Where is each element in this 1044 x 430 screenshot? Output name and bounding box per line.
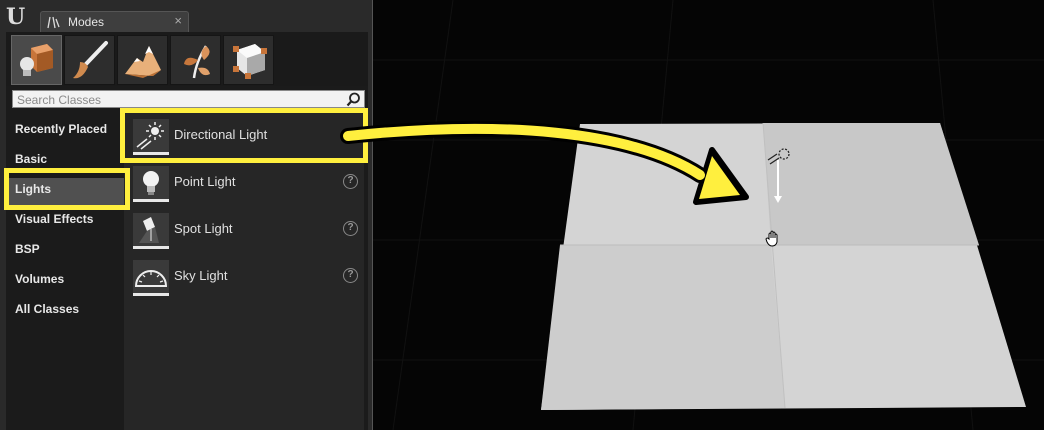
geometry-mode-button[interactable] [223, 35, 274, 85]
modes-panel: U Modes × Search Classes Recently Placed… [0, 0, 372, 430]
close-icon[interactable]: × [174, 13, 182, 28]
item-label: Spot Light [174, 221, 233, 236]
category-volumes[interactable]: Volumes [15, 272, 64, 286]
viewport-scene [373, 0, 1044, 430]
floor-plane [541, 122, 1026, 410]
place-icon [20, 44, 53, 76]
category-basic[interactable]: Basic [15, 152, 47, 166]
help-icon[interactable]: ? [343, 174, 358, 189]
category-bsp[interactable]: BSP [15, 242, 40, 256]
modes-tab-icon [47, 16, 60, 29]
category-all-classes[interactable]: All Classes [15, 302, 79, 316]
list-item-sky-light[interactable]: Sky Light ? [124, 255, 364, 299]
item-label: Point Light [174, 174, 236, 189]
sky-light-icon [134, 270, 168, 287]
item-thumbnail [133, 260, 169, 296]
item-thumbnail [133, 166, 169, 202]
search-input[interactable] [17, 92, 337, 107]
geometry-icon [233, 44, 267, 79]
item-thumbnail [133, 213, 169, 249]
paint-mode-button[interactable] [64, 35, 115, 85]
point-light-icon [143, 171, 159, 195]
category-recently-placed[interactable]: Recently Placed [15, 122, 107, 136]
modes-tab[interactable]: Modes × [40, 11, 189, 32]
help-icon[interactable]: ? [343, 268, 358, 283]
search-box [12, 90, 365, 108]
lights-category-highlight [4, 168, 130, 210]
list-item-spot-light[interactable]: Spot Light ? [124, 208, 364, 252]
help-icon[interactable]: ? [343, 221, 358, 236]
foliage-icon [184, 45, 210, 79]
foliage-mode-button[interactable] [170, 35, 221, 85]
item-label: Sky Light [174, 268, 228, 283]
search-icon[interactable] [346, 92, 361, 107]
directional-light-highlight [120, 108, 368, 163]
landscape-mode-button[interactable] [117, 35, 168, 85]
tab-title: Modes [68, 15, 105, 29]
list-item-point-light[interactable]: Point Light ? [124, 161, 364, 205]
place-mode-button[interactable] [11, 35, 62, 85]
unreal-logo-icon: U [6, 4, 26, 30]
level-viewport[interactable] [373, 0, 1044, 430]
paint-brush-icon [73, 41, 108, 79]
landscape-icon [125, 46, 161, 78]
category-visual-effects[interactable]: Visual Effects [15, 212, 93, 226]
spot-light-icon [139, 217, 159, 243]
